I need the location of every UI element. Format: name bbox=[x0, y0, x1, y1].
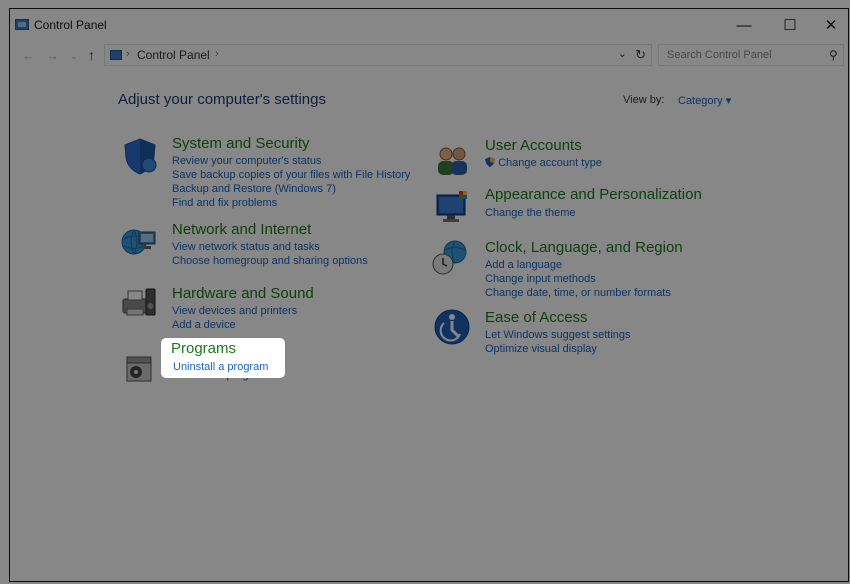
control-panel-icon bbox=[15, 19, 29, 30]
back-arrow-icon[interactable]: ← bbox=[22, 48, 35, 63]
search-input[interactable]: Search Control Panel ⚲ bbox=[658, 44, 844, 66]
link-homegroup[interactable]: Choose homegroup and sharing options bbox=[172, 255, 368, 267]
address-field[interactable]: › Control Panel › ⌄ ↻ bbox=[104, 44, 652, 66]
ease-of-access-icon[interactable] bbox=[433, 308, 471, 346]
control-panel-window: Control Panel — ☐ ✕ ← → ⌄ ↑ › Control Pa… bbox=[9, 8, 849, 582]
link-change-input-methods[interactable]: Change input methods bbox=[485, 273, 596, 285]
link-windows-suggest-settings[interactable]: Let Windows suggest settings bbox=[485, 329, 631, 341]
search-icon[interactable]: ⚲ bbox=[829, 48, 838, 62]
up-arrow-icon[interactable]: ↑ bbox=[88, 47, 95, 63]
category-clock-language-region[interactable]: Clock, Language, and Region bbox=[485, 239, 683, 256]
address-bar-row: ← → ⌄ ↑ › Control Panel › ⌄ ↻ Search Con… bbox=[10, 42, 848, 70]
link-add-language[interactable]: Add a language bbox=[485, 259, 562, 271]
recent-locations-chevron-icon[interactable]: ⌄ bbox=[70, 51, 78, 62]
link-change-account-type-label: Change account type bbox=[498, 157, 603, 169]
close-button[interactable]: ✕ bbox=[814, 15, 848, 37]
uac-shield-icon bbox=[485, 157, 495, 167]
link-find-fix-problems[interactable]: Find and fix problems bbox=[172, 197, 277, 209]
title-bar[interactable]: Control Panel — ☐ ✕ bbox=[10, 9, 848, 41]
highlight-uninstall-link[interactable]: Uninstall a program bbox=[173, 361, 268, 373]
breadcrumb-separator-icon[interactable]: › bbox=[215, 48, 219, 60]
link-review-status[interactable]: Review your computer's status bbox=[172, 155, 321, 167]
programs-highlight[interactable]: Programs Uninstall a program bbox=[161, 338, 285, 378]
clock-globe-icon[interactable] bbox=[431, 238, 469, 276]
breadcrumb-control-panel[interactable]: Control Panel bbox=[137, 48, 210, 62]
category-ease-of-access[interactable]: Ease of Access bbox=[485, 309, 588, 326]
link-optimize-visual-display[interactable]: Optimize visual display bbox=[485, 343, 597, 355]
category-appearance-and-personalization[interactable]: Appearance and Personalization bbox=[485, 186, 702, 203]
category-network-and-internet[interactable]: Network and Internet bbox=[172, 221, 311, 238]
link-backup-restore[interactable]: Backup and Restore (Windows 7) bbox=[172, 183, 336, 195]
appearance-monitor-icon[interactable] bbox=[433, 189, 471, 227]
refresh-icon[interactable]: ↻ bbox=[635, 47, 646, 63]
breadcrumb-separator-icon[interactable]: › bbox=[126, 48, 130, 60]
page-heading: Adjust your computer's settings bbox=[118, 91, 326, 108]
category-user-accounts[interactable]: User Accounts bbox=[485, 137, 582, 154]
view-by-dropdown[interactable]: Category ▾ bbox=[678, 94, 731, 107]
maximize-button[interactable]: ☐ bbox=[773, 15, 807, 37]
printer-speaker-icon[interactable] bbox=[119, 283, 157, 321]
view-by-label: View by: bbox=[623, 94, 665, 106]
search-placeholder: Search Control Panel bbox=[667, 49, 772, 61]
link-add-device[interactable]: Add a device bbox=[172, 319, 236, 331]
main-content: Adjust your computer's settings View by:… bbox=[10, 71, 848, 581]
shield-icon[interactable] bbox=[121, 137, 159, 175]
highlight-programs-title[interactable]: Programs bbox=[171, 340, 236, 357]
link-date-time-formats[interactable]: Change date, time, or number formats bbox=[485, 287, 671, 299]
link-devices-printers[interactable]: View devices and printers bbox=[172, 305, 297, 317]
minimize-button[interactable]: — bbox=[727, 15, 761, 37]
address-dropdown-icon[interactable]: ⌄ bbox=[618, 47, 627, 60]
forward-arrow-icon[interactable]: → bbox=[46, 48, 59, 63]
user-accounts-icon[interactable] bbox=[433, 141, 471, 179]
control-panel-small-icon bbox=[110, 50, 122, 60]
network-globe-icon[interactable] bbox=[119, 222, 157, 260]
window-title: Control Panel bbox=[34, 18, 107, 32]
link-change-account-type[interactable]: Change account type bbox=[485, 157, 602, 169]
link-file-history[interactable]: Save backup copies of your files with Fi… bbox=[172, 169, 410, 181]
category-system-and-security[interactable]: System and Security bbox=[172, 135, 310, 152]
link-network-status[interactable]: View network status and tasks bbox=[172, 241, 320, 253]
programs-box-icon[interactable] bbox=[121, 347, 159, 385]
link-change-theme[interactable]: Change the theme bbox=[485, 207, 576, 219]
category-hardware-and-sound[interactable]: Hardware and Sound bbox=[172, 285, 314, 302]
